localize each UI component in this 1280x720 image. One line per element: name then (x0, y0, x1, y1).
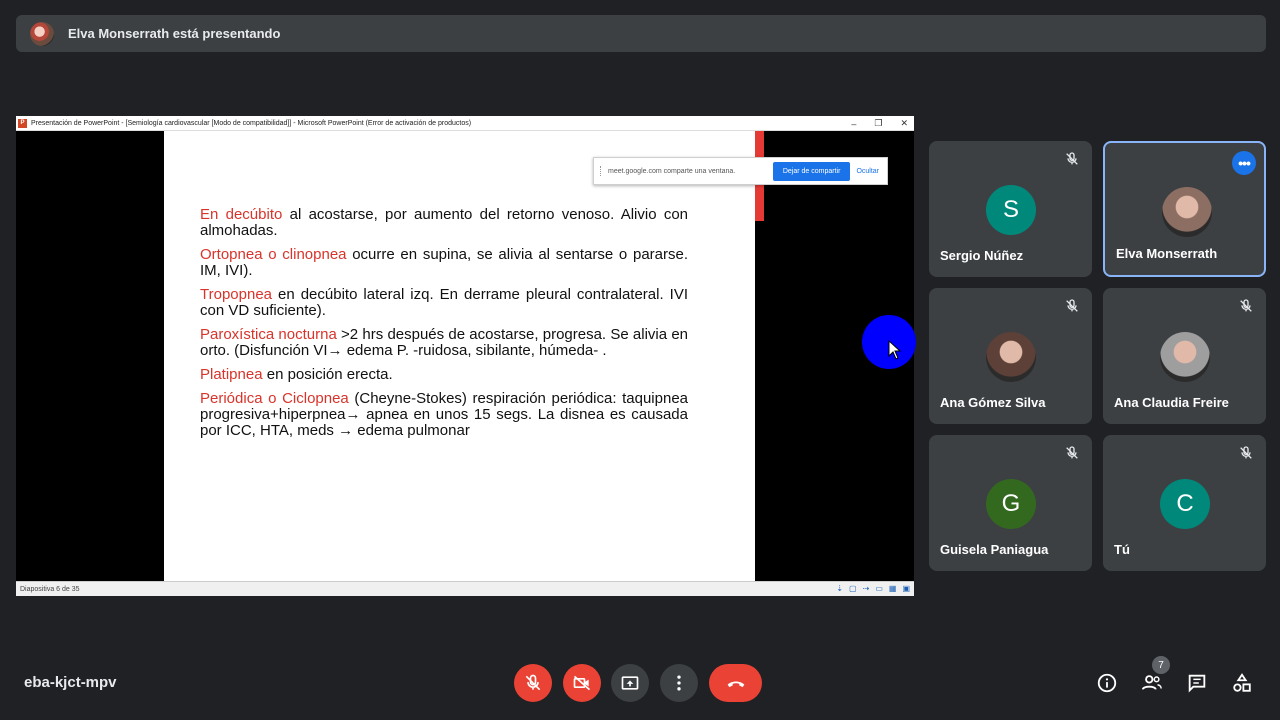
next-slide-icon: ⇢ (862, 584, 870, 593)
sorter-view-icon: ▦ (888, 584, 897, 593)
meeting-code[interactable]: eba-kjct-mpv (24, 674, 117, 691)
meeting-details-button[interactable] (1095, 671, 1119, 695)
participant-name: Tú (1114, 542, 1130, 557)
participant-avatar (1162, 187, 1212, 237)
window-title: Presentación de PowerPoint - [Semiología… (31, 119, 472, 127)
participant-avatar: G (986, 479, 1036, 529)
info-icon (1097, 673, 1117, 693)
activities-button[interactable] (1230, 671, 1254, 695)
presenting-text: Elva Monserrath está presentando (68, 26, 281, 41)
participant-tile[interactable]: Ana Claudia Freire (1103, 288, 1266, 424)
slide-term: Ortopnea o clinopnea (200, 246, 347, 263)
mic-off-icon (525, 674, 541, 691)
participant-name: Ana Gómez Silva (940, 395, 1046, 410)
powerpoint-icon: P (18, 118, 27, 128)
slide-paragraph: Ortopnea o clinopnea ocurre en supina, s… (200, 247, 688, 279)
participant-count-badge: 7 (1152, 656, 1170, 674)
notes-icon: ▢ (849, 584, 857, 593)
prev-slide-icon: ⇣ (836, 584, 844, 593)
slide-term: Periódica o Ciclopnea (200, 390, 349, 407)
mic-off-icon (1064, 151, 1080, 167)
slide-paragraph: Periódica o Ciclopnea (Cheyne-Stokes) re… (200, 391, 688, 439)
end-call-icon (727, 681, 744, 688)
drag-grip-icon[interactable] (600, 166, 602, 176)
participant-tile[interactable]: C Tú (1103, 435, 1266, 571)
mic-toggle-button[interactable] (514, 664, 552, 702)
participant-tile[interactable]: Ana Gómez Silva (929, 288, 1092, 424)
participant-avatar (986, 332, 1036, 382)
slide-term: En decúbito (200, 206, 283, 223)
mic-off-icon (1238, 445, 1254, 461)
minimize-icon: – (851, 118, 857, 129)
share-notification: meet.google.com comparte una ventana. De… (593, 157, 888, 185)
shared-screen: P Presentación de PowerPoint - [Semiolog… (16, 116, 914, 596)
participant-tile[interactable]: S Sergio Núñez (929, 141, 1092, 277)
close-icon: ✕ (900, 118, 908, 128)
slide-paragraph: En decúbito al acostarse, por aumento de… (200, 207, 688, 239)
restore-icon: ❐ (874, 118, 883, 128)
mic-off-icon (1238, 298, 1254, 314)
participant-avatar: S (986, 185, 1036, 235)
slideshow-view-icon: ▣ (902, 584, 910, 593)
slide-body: En decúbito al acostarse, por aumento de… (200, 207, 688, 447)
normal-view-icon: ▭ (875, 584, 883, 593)
participant-name: Sergio Núñez (940, 248, 1024, 263)
camera-toggle-button[interactable] (563, 664, 601, 702)
slide-paragraph: Paroxística nocturna >2 hrs después de a… (200, 327, 688, 359)
slide-term: Tropopnea (200, 286, 272, 303)
slide-indicator: Diapositiva 6 de 35 (20, 585, 80, 593)
participant-name: Ana Claudia Freire (1114, 395, 1229, 410)
camera-off-icon (573, 675, 591, 691)
participant-avatar (1160, 332, 1210, 382)
activities-icon (1233, 673, 1251, 692)
slide-term: Platipnea (200, 366, 263, 383)
participant-avatar: C (1160, 479, 1210, 529)
mic-off-icon (1064, 298, 1080, 314)
slide-paragraph: Tropopnea en decúbito lateral izq. En de… (200, 287, 688, 319)
stop-sharing-button[interactable]: Dejar de compartir (772, 161, 851, 181)
presenter-avatar (30, 21, 54, 46)
people-icon (1141, 675, 1162, 690)
presenting-banner: Elva Monserrath está presentando (16, 15, 1266, 52)
participant-tile[interactable]: G Guisela Paniagua (929, 435, 1092, 571)
slide-paragraph: Platipnea en posición erecta. (200, 367, 688, 383)
more-options-button[interactable] (660, 664, 698, 702)
present-icon (621, 676, 639, 690)
chat-button[interactable] (1185, 671, 1209, 695)
slide-description: en decúbito lateral izq. En derrame pleu… (200, 286, 688, 319)
ppt-status-bar: Diapositiva 6 de 35 ⇣ ▢ ⇢ ▭ ▦ ▣ (16, 581, 914, 596)
more-options-icon[interactable]: ••• (1232, 151, 1256, 175)
slide: En decúbito al acostarse, por aumento de… (164, 131, 755, 581)
window-titlebar: P Presentación de PowerPoint - [Semiolog… (16, 116, 914, 131)
end-call-button[interactable] (709, 664, 762, 702)
chat-icon (1188, 674, 1206, 693)
more-options-icon (677, 675, 681, 691)
slide-description: en posición erecta. (262, 366, 393, 383)
mic-off-icon (1064, 445, 1080, 461)
participant-name: Guisela Paniagua (940, 542, 1049, 557)
people-button[interactable] (1140, 671, 1164, 695)
participant-name: Elva Monserrath (1116, 246, 1218, 261)
slide-term: Paroxística nocturna (200, 326, 337, 343)
participant-tile[interactable]: ••• Elva Monserrath (1103, 141, 1266, 277)
present-button[interactable] (611, 664, 649, 702)
hide-button[interactable]: Ocultar (856, 168, 879, 175)
share-message: meet.google.com comparte una ventana. (608, 167, 736, 175)
